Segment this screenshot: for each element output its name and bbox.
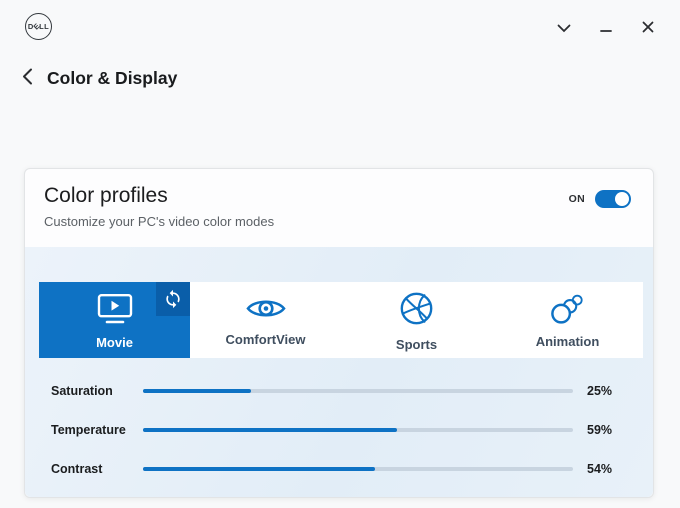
tab-label: Sports — [395, 337, 438, 352]
close-icon — [642, 21, 654, 36]
toggle-state-label: ON — [568, 193, 585, 205]
sync-refresh-icon[interactable] — [156, 282, 190, 316]
tab-label: Animation — [535, 334, 600, 349]
slider-fill — [143, 388, 251, 393]
card-header: Color profiles Customize your PC's video… — [25, 169, 653, 229]
profile-tabbar: Movie ComfortView Sports Animation — [39, 282, 643, 358]
slider-value: 59% — [587, 422, 613, 437]
color-profiles-toggle[interactable] — [595, 190, 631, 208]
saturation-slider[interactable] — [143, 388, 573, 393]
window-menu-button[interactable] — [550, 16, 578, 40]
tab-label: Movie — [96, 334, 133, 350]
slider-label: Temperature — [51, 422, 126, 437]
back-button[interactable] — [20, 66, 35, 90]
tab-animation[interactable]: Animation — [492, 282, 643, 358]
toggle-knob — [615, 192, 629, 206]
dell-logo-icon: DELL — [25, 13, 52, 40]
tab-comfortview[interactable]: ComfortView — [190, 282, 341, 358]
monitor-play-icon — [95, 293, 135, 328]
app-window: DELL Color & Display Color profiles Cust… — [0, 0, 680, 508]
minimize-icon — [600, 21, 612, 36]
chevron-left-icon — [22, 68, 33, 88]
motion-circles-icon — [549, 293, 586, 327]
slider-label: Saturation — [51, 383, 113, 398]
basketball-icon — [398, 290, 435, 330]
card-body: Movie ComfortView Sports Animation Satur… — [25, 247, 653, 497]
contrast-slider[interactable] — [143, 466, 573, 471]
chevron-down-icon — [557, 21, 571, 36]
tab-movie[interactable]: Movie — [39, 282, 190, 358]
toggle-group: ON — [569, 190, 631, 208]
contrast-row: Contrast 54% — [51, 449, 631, 488]
slider-value: 25% — [587, 383, 613, 398]
page-title: Color & Display — [47, 67, 178, 88]
slider-fill — [143, 466, 376, 471]
page-header: Color & Display — [20, 66, 177, 90]
card-subtitle: Customize your PC's video color modes — [44, 214, 275, 229]
card-title: Color profiles — [44, 184, 168, 207]
window-controls — [550, 16, 662, 40]
tab-sports[interactable]: Sports — [341, 282, 492, 358]
saturation-row: Saturation 25% — [51, 371, 631, 410]
slider-value: 54% — [587, 461, 613, 476]
slider-group: Saturation 25% Temperature 59% Contrast — [51, 371, 631, 488]
slider-label: Contrast — [51, 461, 103, 476]
color-profiles-card: Color profiles Customize your PC's video… — [24, 168, 654, 498]
minimize-button[interactable] — [592, 16, 620, 40]
slider-fill — [143, 427, 397, 432]
eye-icon — [245, 295, 286, 325]
close-button[interactable] — [634, 16, 662, 40]
temperature-row: Temperature 59% — [51, 410, 631, 449]
tab-label: ComfortView — [225, 332, 306, 347]
temperature-slider[interactable] — [143, 427, 573, 432]
